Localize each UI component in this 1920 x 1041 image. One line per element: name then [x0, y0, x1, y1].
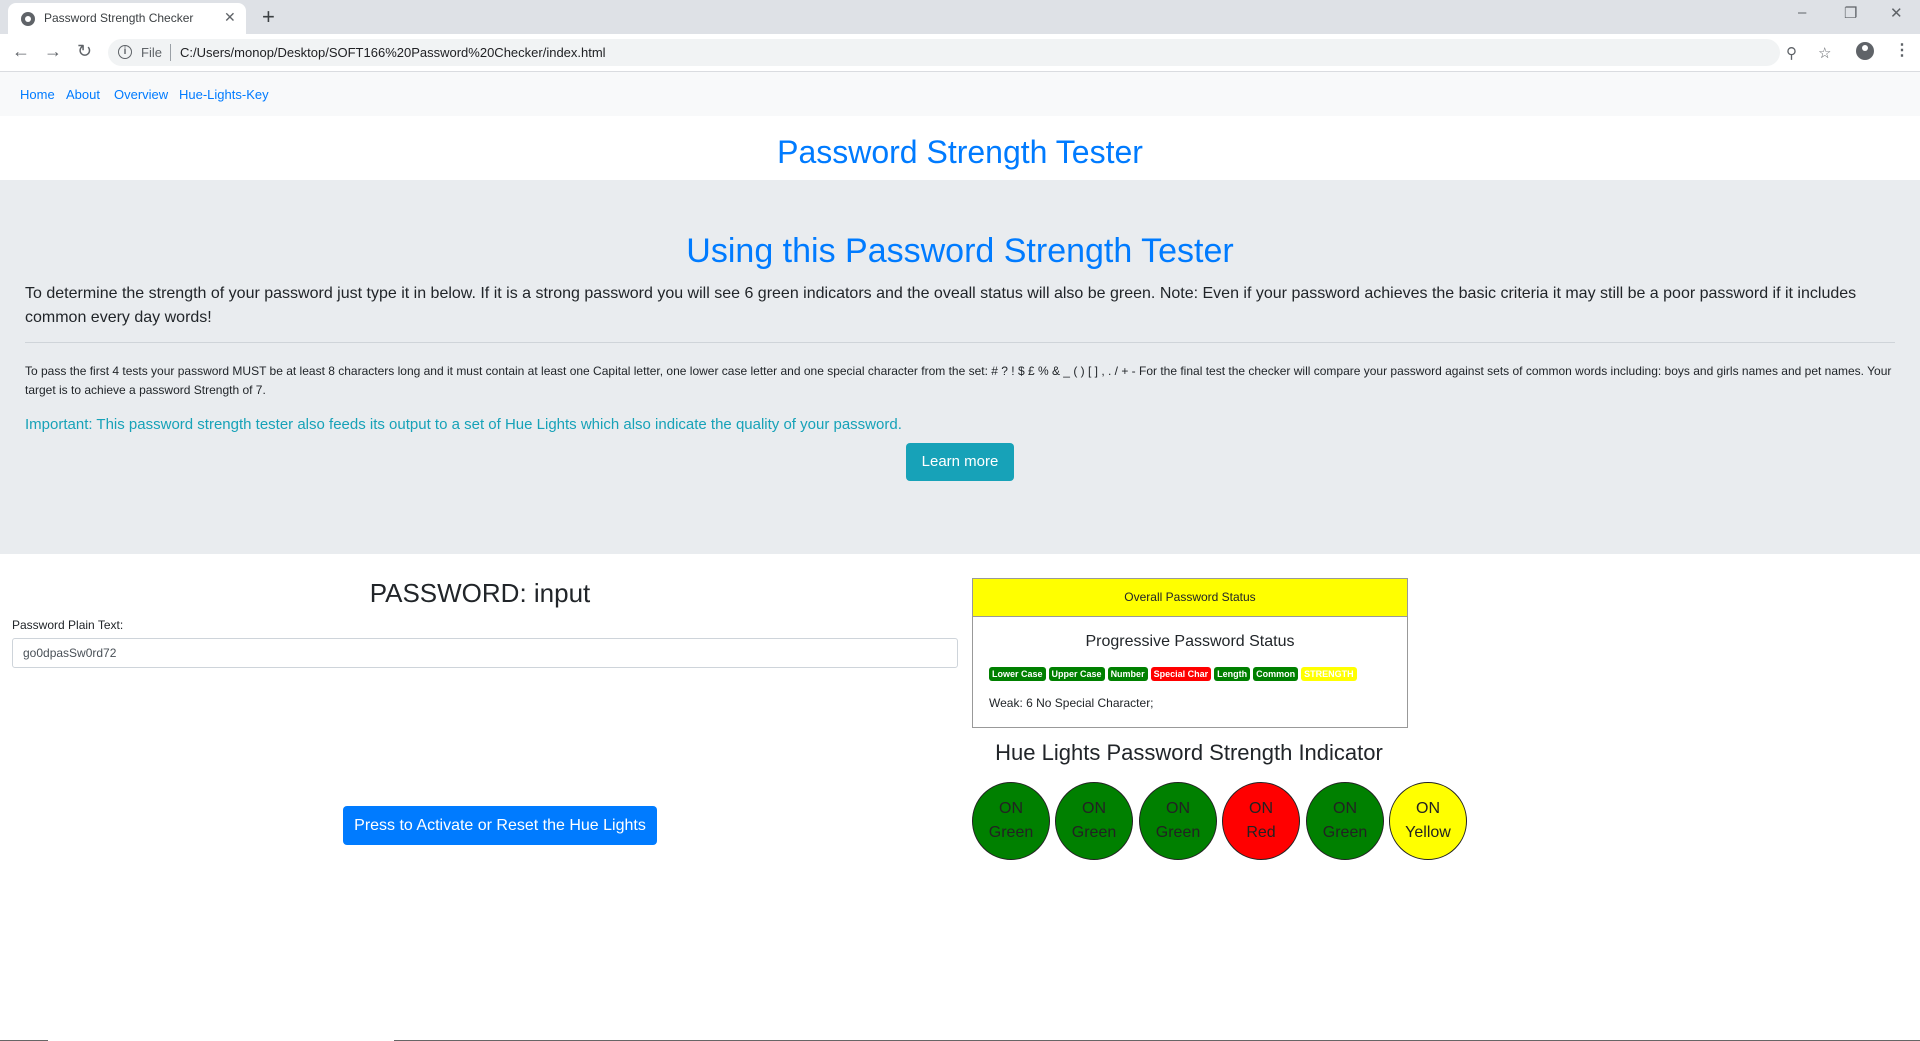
important-note: Important: This password strength tester… — [25, 416, 902, 433]
light-state: ON — [1333, 800, 1357, 817]
status-card: Overall Password Status Progressive Pass… — [972, 578, 1408, 728]
hue-light-4: ON Red — [1222, 782, 1300, 860]
badge-length: Length — [1214, 667, 1251, 681]
learn-more-button[interactable]: Learn more — [906, 443, 1014, 481]
badge-lower-case: Lower Case — [989, 667, 1046, 681]
hue-light-1: ON Green — [972, 782, 1050, 860]
badge-upper-case: Upper Case — [1048, 667, 1105, 681]
light-state: ON — [999, 800, 1023, 817]
lead-text: To determine the strength of your passwo… — [25, 285, 1857, 326]
nav-link-hue-lights-key[interactable]: Hue-Lights-Key — [179, 87, 269, 102]
light-color: Green — [988, 824, 1034, 841]
badge-strength: STRENGTH — [1301, 667, 1357, 681]
forward-icon[interactable]: → — [44, 41, 62, 62]
light-color: Green — [1155, 824, 1201, 841]
hue-lights-title: Hue Lights Password Strength Indicator — [995, 740, 1383, 765]
jumbotron: Using this Password Strength Tester To d… — [0, 180, 1920, 554]
status-message: Weak: 6 No Special Character; — [989, 696, 1154, 710]
overall-status-header: Overall Password Status — [973, 579, 1407, 617]
light-color: Green — [1322, 824, 1368, 841]
light-state: ON — [1082, 800, 1106, 817]
menu-icon[interactable]: ⋮ — [1894, 40, 1910, 60]
light-color: Yellow — [1405, 824, 1451, 841]
file-label: File — [141, 45, 162, 60]
reload-icon[interactable]: ↻ — [77, 41, 92, 62]
back-icon[interactable]: ← — [12, 41, 30, 62]
globe-icon — [21, 12, 35, 26]
nav-link-overview[interactable]: Overview — [114, 87, 168, 102]
hue-light-6: ON Yellow — [1389, 782, 1467, 860]
top-navbar: Home About Overview Hue-Lights-Key — [0, 72, 1920, 116]
info-icon[interactable]: i — [118, 45, 132, 59]
nav-link-about[interactable]: About — [66, 87, 100, 102]
badge-number: Number — [1107, 667, 1148, 681]
light-color: Red — [1246, 824, 1276, 841]
profile-icon[interactable] — [1856, 42, 1874, 60]
criteria-text: To pass the first 4 tests your password … — [25, 364, 1892, 397]
browser-tab-bar: Password Strength Checker ✕ + – ❐ ✕ — [0, 0, 1920, 34]
hue-light-2: ON Green — [1055, 782, 1133, 860]
light-state: ON — [1166, 800, 1190, 817]
light-color: Green — [1071, 824, 1117, 841]
page-title: Password Strength Tester — [777, 134, 1143, 170]
browser-tab[interactable]: Password Strength Checker ✕ — [8, 3, 246, 34]
divider — [25, 342, 1895, 343]
new-tab-icon[interactable]: + — [262, 4, 275, 30]
restore-icon[interactable]: ❐ — [1844, 4, 1857, 22]
hue-light-5: ON Green — [1306, 782, 1384, 860]
address-bar: ← → ↻ i File C:/Users/monop/Desktop/SOFT… — [0, 34, 1920, 72]
password-input[interactable] — [12, 638, 958, 668]
password-label: Password Plain Text: — [12, 618, 124, 632]
star-icon[interactable]: ☆ — [1818, 44, 1831, 62]
page: Home About Overview Hue-Lights-Key Passw… — [0, 72, 1920, 1041]
badge-special-char: Special Char — [1150, 667, 1212, 681]
tab-title: Password Strength Checker — [44, 11, 194, 25]
close-tab-icon[interactable]: ✕ — [224, 9, 236, 26]
light-state: ON — [1249, 800, 1273, 817]
close-window-icon[interactable]: ✕ — [1890, 4, 1903, 22]
status-badges: Lower Case Upper Case Number Special Char Le… — [989, 667, 1360, 681]
zoom-icon[interactable]: ⚲ — [1786, 44, 1797, 62]
progressive-status-title: Progressive Password Status — [1085, 633, 1295, 650]
omnibox-separator — [170, 44, 171, 61]
hue-light-3: ON Green — [1139, 782, 1217, 860]
jumbotron-title: Using this Password Strength Tester — [686, 232, 1234, 270]
minimize-icon[interactable]: – — [1798, 4, 1806, 21]
badge-common: Common — [1253, 667, 1299, 681]
activate-hue-lights-button[interactable]: Press to Activate or Reset the Hue Light… — [343, 806, 657, 845]
nav-link-home[interactable]: Home — [20, 87, 55, 102]
url-text[interactable]: C:/Users/monop/Desktop/SOFT166%20Passwor… — [180, 45, 606, 60]
password-heading: PASSWORD: input — [369, 578, 591, 608]
light-state: ON — [1416, 800, 1440, 817]
omnibox[interactable]: i File C:/Users/monop/Desktop/SOFT166%20… — [108, 39, 1831, 66]
